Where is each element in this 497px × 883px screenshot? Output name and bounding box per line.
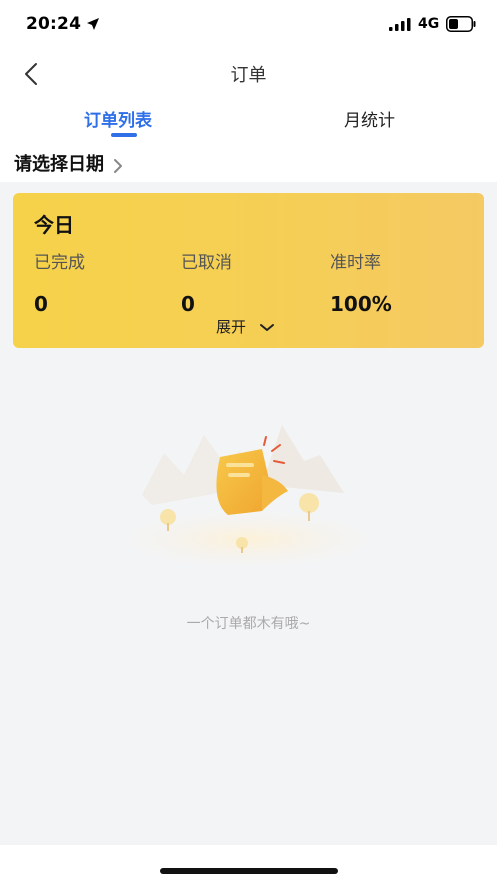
stat-label-on-time-rate: 准时率	[330, 253, 381, 273]
active-tab-indicator	[111, 133, 137, 137]
date-picker-label: 请选择日期	[14, 154, 104, 175]
stat-label-completed: 已完成	[34, 253, 85, 273]
status-bar: 20:24 4G	[0, 0, 497, 50]
home-indicator[interactable]	[160, 868, 338, 874]
expand-label: 展开	[216, 318, 247, 336]
signal-icon	[389, 18, 411, 31]
stat-value-cancelled: 0	[181, 292, 195, 316]
expand-toggle[interactable]: 展开	[216, 316, 275, 338]
page-title: 订单	[230, 65, 267, 86]
chevron-right-icon	[114, 158, 123, 173]
network-type: 4G	[418, 16, 440, 32]
navigation-bar: 订单	[0, 50, 497, 96]
tab-order-list[interactable]: 订单列表	[84, 106, 152, 131]
stat-label-cancelled: 已取消	[181, 253, 232, 273]
tab-monthly-stats[interactable]: 月统计	[344, 106, 395, 131]
tab-bar: 订单列表 月统计	[0, 100, 497, 140]
bottom-safe-area	[0, 845, 497, 883]
chevron-down-icon	[260, 323, 275, 331]
stat-value-on-time-rate: 100%	[330, 292, 392, 316]
today-summary-card: 今日 已完成 已取消 准时率 0 0 100% 展开	[13, 193, 484, 348]
empty-orders-illustration	[116, 425, 380, 569]
location-arrow-icon	[87, 18, 99, 30]
card-title: 今日	[34, 213, 74, 237]
status-time: 20:24	[26, 14, 82, 34]
date-picker[interactable]: 请选择日期	[14, 150, 123, 176]
empty-state-message: 一个订单都木有哦~	[186, 616, 311, 632]
stat-value-completed: 0	[34, 292, 48, 316]
battery-icon	[446, 16, 476, 32]
